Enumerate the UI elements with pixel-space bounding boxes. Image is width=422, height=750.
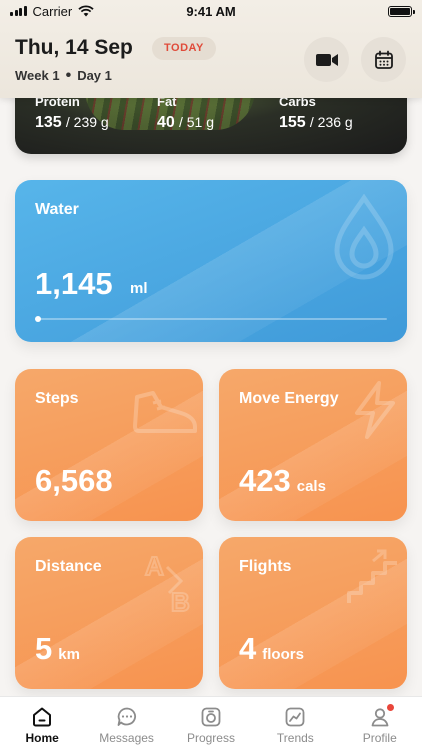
tab-label: Messages [99,731,154,745]
week-label: Week 1 [15,68,60,83]
distance-title: Distance [35,558,102,575]
move-energy-title: Move Energy [239,390,339,407]
page-title: Thu, 14 Sep [15,36,133,59]
move-energy-card[interactable]: Move Energy 423 cals [219,369,407,521]
tab-label: Trends [276,731,314,745]
home-icon [33,707,52,727]
tab-label: Home [25,731,59,745]
move-energy-value: 423 [239,463,291,498]
tab-progress[interactable]: Progress [169,697,253,750]
cellular-signal-icon [10,6,27,16]
battery-icon [388,5,415,17]
video-camera-icon [315,53,338,66]
water-card[interactable]: Water 1,145 ml [15,180,407,342]
wifi-icon [78,5,94,17]
flights-title: Flights [239,558,292,575]
water-progress-track[interactable] [35,316,387,322]
macro-protein: Protein 135 / 239 g [35,94,109,132]
calendar-icon [374,50,393,69]
carrier-name: Carrier [32,3,73,19]
flights-value: 4 [239,631,257,666]
water-value: 1,145 [35,266,113,301]
a-to-b-icon: A B [144,550,191,617]
macro-value: 155 [279,114,306,131]
flights-value-group: 4 floors [239,631,304,667]
distance-value: 5 [35,631,53,666]
water-drop-icon [334,194,394,280]
macro-value: 135 [35,114,62,131]
video-call-button[interactable] [304,37,349,82]
stairs-icon [347,549,397,603]
steps-card[interactable]: Steps 6,568 [15,369,203,521]
macro-carbs: Carbs 155 / 236 g [279,94,353,132]
steps-value-group: 6,568 [35,463,113,499]
water-unit: ml [130,280,148,297]
tab-label: Profile [362,731,397,745]
sneaker-icon [133,391,197,433]
move-energy-unit: cals [296,478,326,495]
notification-dot [385,703,395,712]
day-label: Day 1 [77,68,112,83]
trend-chart-icon [285,707,305,727]
water-title: Water [35,201,79,218]
today-badge[interactable]: TODAY [152,37,216,60]
macro-fat: Fat 40 / 51 g [157,94,214,132]
steps-value: 6,568 [35,463,113,498]
tab-label: Progress [186,731,235,745]
week-day-label: Week 1 • Day 1 [15,67,112,84]
lightning-bolt-icon [355,381,395,439]
macro-goal: / 236 g [309,114,353,130]
macro-goal: / 239 g [65,114,109,130]
macro-goal: / 51 g [178,114,214,130]
distance-value-group: 5 km [35,631,80,667]
tab-trends[interactable]: Trends [253,697,337,750]
svg-text:A: A [145,551,164,581]
flights-unit: floors [262,646,304,663]
water-progress-knob[interactable] [35,316,41,322]
tab-messages[interactable]: Messages [85,697,169,750]
tab-home[interactable]: Home [0,697,84,750]
calendar-button[interactable] [361,37,406,82]
move-energy-value-group: 423 cals [239,463,326,499]
chat-icon [117,707,136,726]
macro-value: 40 [157,114,175,131]
distance-unit: km [58,646,80,663]
tab-profile[interactable]: Profile [338,697,422,750]
flights-card[interactable]: Flights 4 floors [219,537,407,689]
separator-dot: • [65,67,72,84]
tab-bar: Home Messages Progress Trends Profile [0,696,422,750]
status-bar: Carrier 9:41 AM [0,0,422,22]
svg-text:B: B [171,587,190,617]
distance-card[interactable]: A B Distance 5 km [15,537,203,689]
steps-title: Steps [35,390,79,407]
scale-icon [201,707,221,727]
